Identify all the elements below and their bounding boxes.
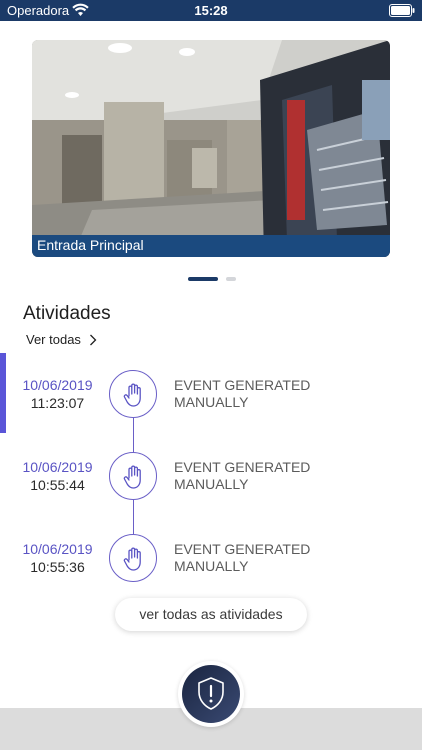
- activities-title: Atividades: [23, 303, 111, 324]
- battery-icon: [389, 4, 415, 17]
- activity-description: EVENT GENERATED MANUALLY: [174, 459, 374, 493]
- status-clock: 15:28: [194, 3, 228, 18]
- activity-description: EVENT GENERATED MANUALLY: [174, 541, 374, 575]
- activity-date: 10/06/2019: [22, 459, 93, 475]
- activity-description-line2: MANUALLY: [174, 558, 249, 574]
- activity-description-line2: MANUALLY: [174, 394, 249, 410]
- activity-time: 10:55:44: [30, 477, 85, 493]
- activity-icon-circle: [109, 370, 157, 418]
- activity-item[interactable]: 10/06/2019 11:23:07 EVENT GENERATED MANU…: [0, 370, 422, 437]
- activity-item[interactable]: 10/06/2019 10:55:36 EVENT GENERATED MANU…: [0, 534, 422, 601]
- activity-date: 10/06/2019: [22, 377, 93, 393]
- status-bar: Operadora 15:28: [0, 0, 422, 21]
- activity-icon-circle: [109, 452, 157, 500]
- activity-description-line1: EVENT GENERATED: [174, 541, 311, 557]
- activity-time: 11:23:07: [30, 395, 85, 411]
- activity-time: 10:55:36: [30, 559, 85, 575]
- activity-description-line1: EVENT GENERATED: [174, 459, 311, 475]
- app-screen: Operadora 15:28 Entrada Principal Ativid…: [0, 0, 422, 750]
- activity-description-line1: EVENT GENERATED: [174, 377, 311, 393]
- see-all-label: Ver todas: [26, 332, 81, 347]
- activity-date: 10/06/2019: [22, 541, 93, 557]
- activity-item[interactable]: 10/06/2019 10:55:44 EVENT GENERATED MANU…: [0, 452, 422, 519]
- camera-caption-bar: Entrada Principal: [32, 235, 390, 257]
- activity-icon-circle: [109, 534, 157, 582]
- pager-dot-active[interactable]: [188, 277, 218, 281]
- hand-icon: [123, 383, 141, 407]
- camera-feed-image: [32, 40, 390, 257]
- carousel-pager: [188, 277, 248, 282]
- camera-name: Entrada Principal: [37, 237, 144, 253]
- hand-icon: [123, 547, 141, 571]
- activity-description: EVENT GENERATED MANUALLY: [174, 377, 374, 411]
- hand-icon: [123, 465, 141, 489]
- chevron-right-icon: [89, 334, 97, 345]
- see-all-link[interactable]: Ver todas: [26, 332, 97, 347]
- shield-alert-icon: [198, 677, 224, 710]
- activity-description-line2: MANUALLY: [174, 476, 249, 492]
- all-activities-button[interactable]: ver todas as atividades: [115, 598, 307, 631]
- panic-alert-button[interactable]: [178, 661, 244, 727]
- camera-preview-card[interactable]: Entrada Principal: [32, 40, 390, 257]
- pager-dot[interactable]: [226, 277, 236, 281]
